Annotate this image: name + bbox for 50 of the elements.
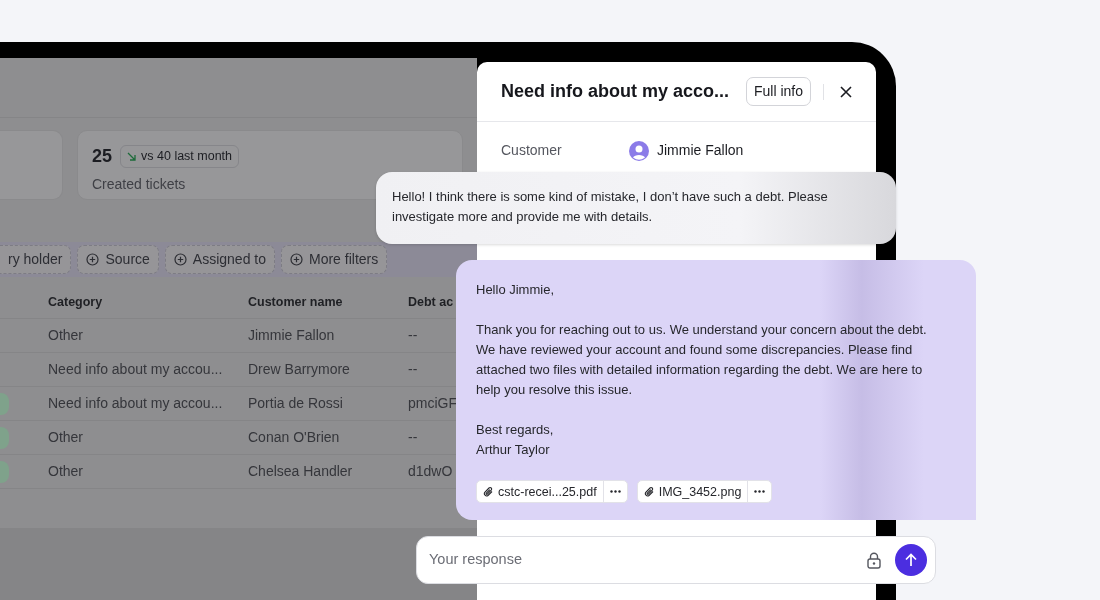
response-box[interactable]: Your response [416, 536, 936, 584]
table-cell-text: d1dwO [408, 462, 454, 481]
table-cell-text: Jimmie Fallon [248, 326, 336, 345]
panel-title: Need info about my acco... [501, 80, 730, 103]
message-paragraph: Best regards, Arthur Taylor [476, 421, 555, 459]
filter-chip[interactable]: Assigned to [164, 245, 275, 274]
table-cell-text: Chelsea Handler [248, 462, 354, 481]
table-cell-text: -- [408, 326, 419, 345]
file-name[interactable]: cstc-recei...25.pdf [498, 481, 597, 502]
table-cell-text: -- [408, 428, 419, 447]
filter-chip[interactable]: Source [77, 245, 159, 274]
more-icon [754, 490, 766, 493]
column-header: Category [48, 294, 104, 312]
column-header: Debt ac [408, 294, 455, 312]
plus-circle-icon [173, 253, 187, 266]
filter-chip[interactable]: More filters [281, 245, 388, 274]
plus-circle-icon [86, 253, 100, 266]
table-cell-text: pmciGF [408, 394, 458, 413]
customer-message: Hello! I think there is some kind of mistake, I don’t have such a debt. Please investigate more and provide me with details. [376, 172, 896, 244]
paperclip-icon [483, 485, 494, 498]
table-cell-text: -- [408, 360, 419, 379]
table-cell-text: Other [48, 462, 84, 481]
stat-value: 25 [92, 145, 113, 168]
column-header: Customer name [248, 294, 344, 312]
paperclip-icon [643, 485, 655, 498]
avatar-icon [629, 140, 649, 161]
table-cell-text: Drew Barrymore [248, 360, 351, 379]
table-cell-text: Other [48, 428, 84, 447]
trend-badge: vs 40 last month [120, 145, 240, 168]
filter-chip[interactable]: ry holder [0, 245, 72, 274]
send-button[interactable] [895, 544, 927, 576]
table-cell-text: Conan O'Brien [248, 428, 341, 447]
file-name[interactable]: IMG_3452.png [658, 481, 742, 502]
plus-circle-icon [290, 253, 303, 266]
trend-arrow-icon [127, 152, 137, 161]
full-info-button[interactable]: Full info [745, 77, 811, 106]
table-cell-text: Portia de Rossi [248, 394, 344, 413]
table-cell-text: Need info about my accou... [48, 360, 224, 379]
more-icon [609, 490, 621, 493]
close-icon [840, 85, 852, 98]
field-label: Customer [501, 141, 563, 160]
table-cell-text: Other [48, 326, 84, 345]
lock-icon[interactable] [867, 551, 881, 569]
arrow-up-icon [905, 553, 917, 567]
message-paragraph: Thank you for reaching out to us. We understand your concern about the debt. We have reviewed your account and found some discrepancies. Please find attached two files with detailed information regarding the debt. We are here to help you resolve this issue. [476, 321, 928, 399]
message-paragraph: Hello Jimmie, [476, 281, 555, 299]
customer-name: Jimmie Fallon [657, 141, 744, 160]
stat-caption: Created tickets [92, 175, 187, 194]
response-field[interactable]: Your response [417, 548, 867, 572]
table-cell-text: Need info about my accou... [48, 394, 224, 413]
